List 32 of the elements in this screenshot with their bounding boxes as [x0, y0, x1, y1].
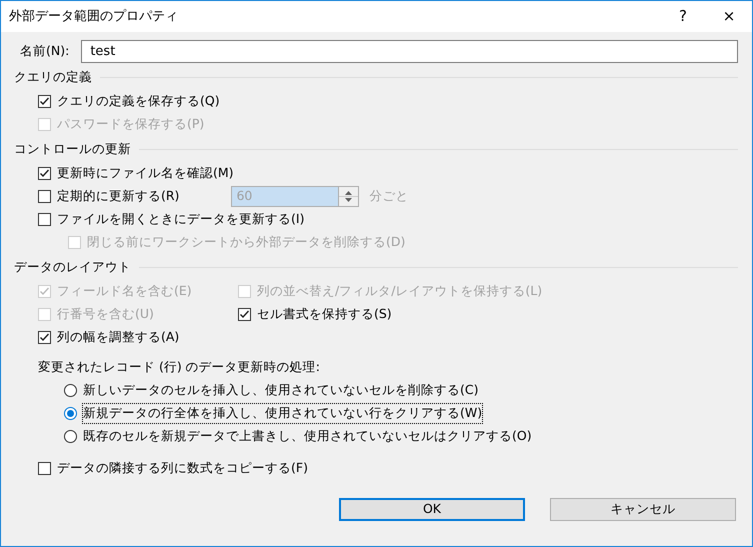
radio-label[interactable]: 新規データの行全体を挿入し、使用されていない行をクリアする(W) — [83, 404, 482, 423]
checkbox[interactable] — [38, 213, 51, 226]
help-button[interactable]: ? — [660, 1, 706, 32]
group-label: 変更されたレコード (行) のデータ更新時の処理: — [38, 358, 320, 376]
window-title: 外部データ範囲のプロパティ — [9, 8, 179, 26]
unit-label: 分ごと — [369, 187, 408, 206]
checkbox[interactable] — [38, 167, 51, 180]
checkbox[interactable] — [38, 331, 51, 344]
checkbox-label[interactable]: ファイルを開くときにデータを更新する(I) — [57, 210, 304, 229]
radio-button[interactable] — [64, 384, 77, 397]
checkbox-label[interactable]: 列の幅を調整する(A) — [57, 328, 180, 347]
checkbox[interactable] — [38, 95, 51, 108]
radio-label[interactable]: 既存のセルを新規データで上書きし、使用されていないセルはクリアする(O) — [83, 427, 532, 446]
checkbox[interactable] — [38, 190, 51, 203]
cancel-button[interactable]: キャンセル — [550, 498, 736, 521]
close-button[interactable]: × — [706, 1, 752, 32]
checkbox[interactable] — [38, 462, 51, 475]
checkbox-label[interactable]: セル書式を保持する(S) — [257, 305, 392, 324]
checkbox-label[interactable]: 更新時にファイル名を確認(M) — [57, 164, 234, 183]
section-title: コントロールの更新 — [14, 140, 131, 158]
checkbox-label[interactable]: データの隣接する列に数式をコピーする(F) — [57, 459, 308, 478]
name-input-field[interactable]: test — [81, 40, 738, 62]
radio-button[interactable] — [64, 407, 77, 420]
section-title: クエリの定義 — [14, 68, 92, 86]
checkbox-label[interactable]: 定期的に更新する(R) — [57, 187, 180, 206]
radio-label[interactable]: 新しいデータのセルを挿入し、使用されていないセルを削除する(C) — [83, 381, 478, 400]
ok-button[interactable]: OK — [339, 498, 525, 521]
field-label: 名前(N): — [20, 42, 70, 60]
checkbox-label[interactable]: クエリの定義を保存する(Q) — [57, 92, 220, 111]
section-title: データのレイアウト — [14, 258, 131, 276]
checkbox[interactable] — [238, 308, 251, 321]
radio-button[interactable] — [64, 430, 77, 443]
